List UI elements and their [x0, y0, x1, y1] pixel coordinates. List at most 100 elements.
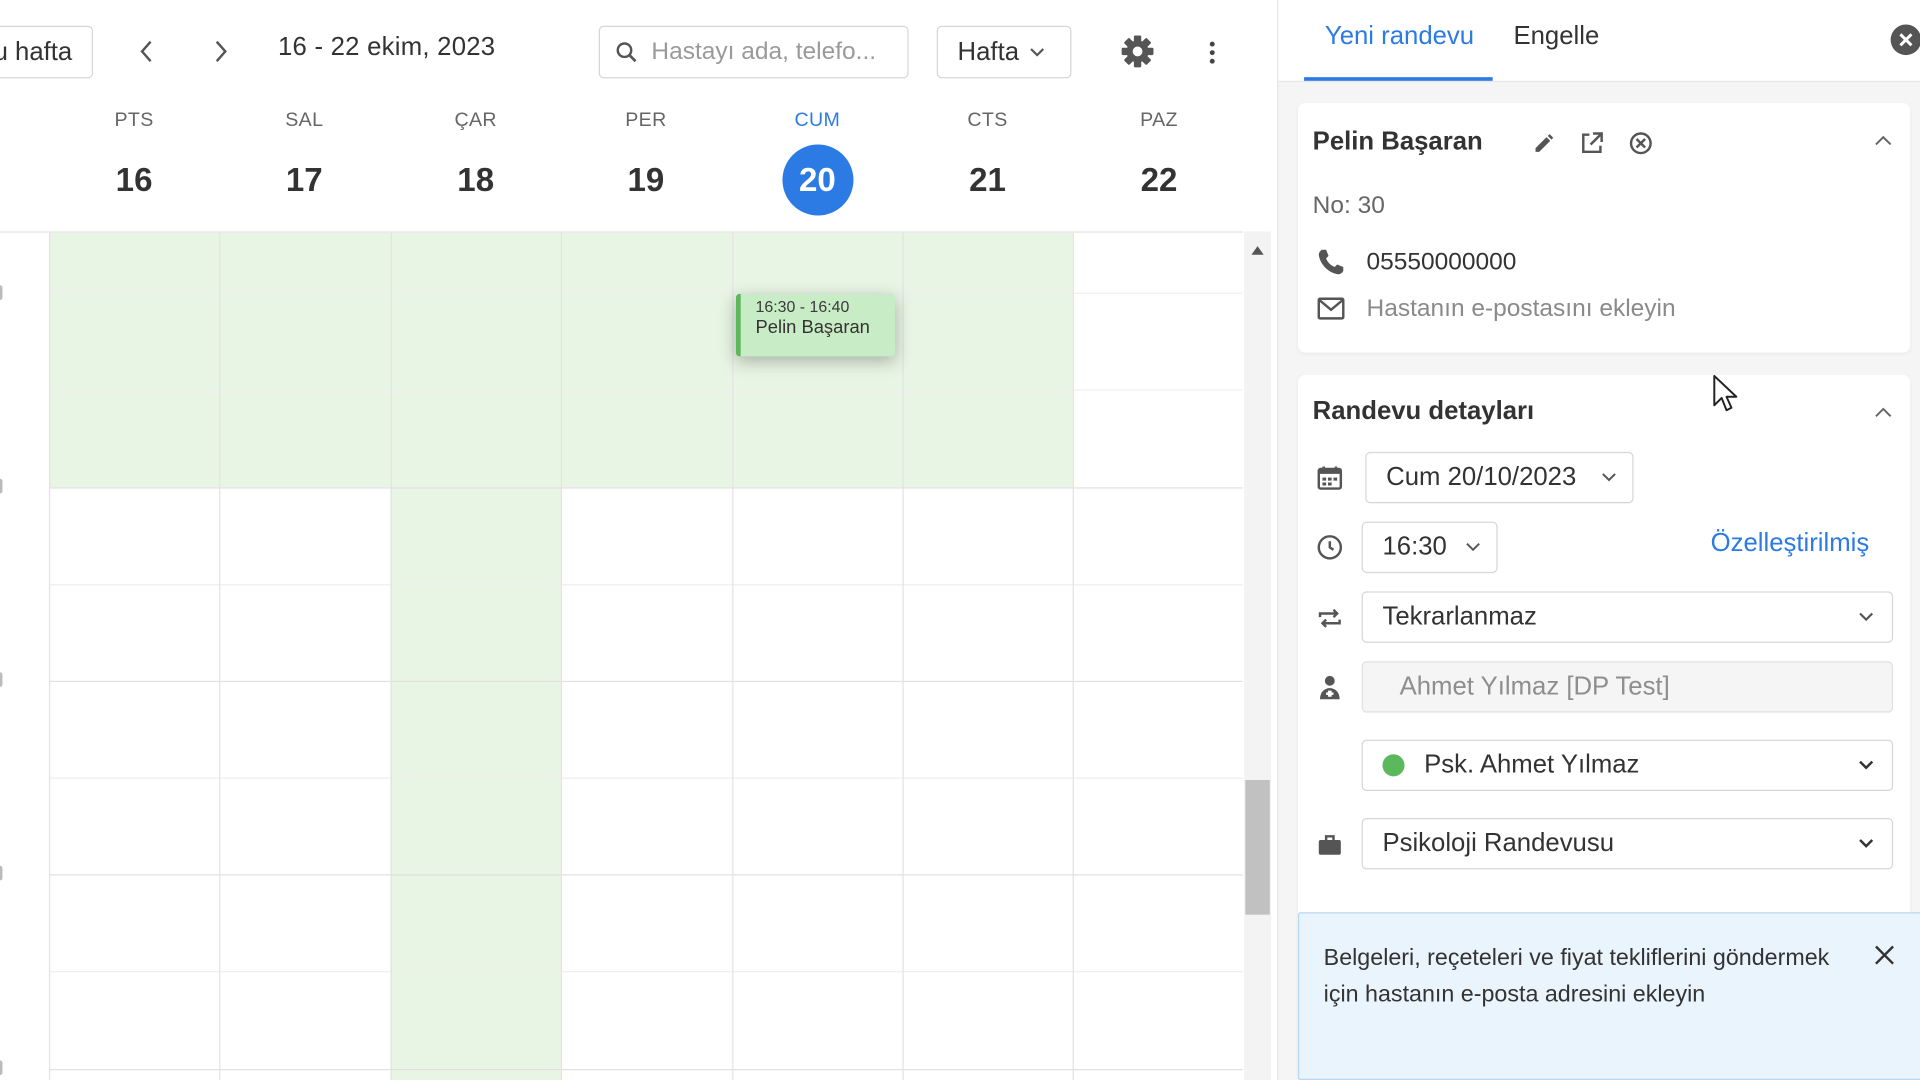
day-header-tue[interactable]: SAL 17 — [219, 110, 389, 215]
patient-number: No: 30 — [1312, 192, 1385, 220]
patient-phone[interactable]: 05550000000 — [1367, 248, 1517, 276]
day-header-fri-today[interactable]: CUM 20 — [732, 110, 902, 216]
grid-line — [48, 584, 1243, 586]
date-select[interactable]: Cum 20/10/2023 — [1365, 451, 1634, 504]
next-week-button[interactable] — [201, 32, 240, 71]
service-value: Psikoloji Randevusu — [1382, 828, 1615, 858]
details-title: Randevu detayları — [1312, 396, 1535, 425]
event-time: 16:30 - 16:40 — [755, 297, 850, 316]
notice-text: Belgeleri, reçeteleri ve fiyat teklifler… — [1323, 945, 1830, 1008]
tab-block[interactable]: Engelle — [1513, 22, 1599, 51]
column-divider — [1072, 232, 1074, 1080]
view-select[interactable]: Hafta — [936, 25, 1072, 79]
repeat-icon — [1318, 608, 1341, 628]
status-dot — [1382, 754, 1405, 777]
day-name: CUM — [794, 110, 841, 132]
day-number: 18 — [457, 161, 495, 199]
briefcase-icon — [1318, 835, 1341, 855]
calendar-view: u hafta 16 - 22 ekim, 2023 Hafta — [0, 0, 1278, 1080]
chevron-right-icon — [215, 40, 227, 63]
patient-phone-row: 05550000000 — [1315, 246, 1516, 278]
date-range-label: 16 - 22 ekim, 2023 — [277, 33, 496, 62]
repeat-select[interactable]: Tekrarlanmaz — [1361, 591, 1894, 643]
cancel-circle-icon[interactable] — [1627, 130, 1654, 157]
view-select-label: Hafta — [957, 37, 1020, 66]
search-input[interactable] — [651, 37, 897, 67]
more-vertical-icon[interactable] — [1200, 34, 1224, 71]
repeat-value: Tekrarlanmaz — [1382, 602, 1537, 631]
time-grid[interactable]: 16:30 - 16:40 Pelin Başaran — [0, 231, 1243, 1080]
grid-line — [48, 874, 1243, 876]
time-select[interactable]: 16:30 — [1361, 521, 1498, 574]
chevron-down-icon — [1030, 47, 1045, 57]
custom-duration-link[interactable]: Özelleştirilmiş — [1711, 529, 1870, 558]
chevron-up-icon[interactable] — [1873, 135, 1893, 147]
appointment-event[interactable]: 16:30 - 16:40 Pelin Başaran — [735, 293, 896, 357]
hour-tick — [0, 285, 3, 301]
tab-new-appointment[interactable]: Yeni randevu — [1325, 22, 1474, 51]
day-header-thu[interactable]: PER 19 — [561, 110, 731, 215]
grid-line — [48, 389, 1243, 391]
grid-line — [48, 1068, 1243, 1071]
hour-tick — [0, 478, 3, 494]
pencil-icon[interactable] — [1531, 130, 1558, 157]
app-stage: u hafta 16 - 22 ekim, 2023 Hafta — [0, 0, 1920, 1080]
vertical-scrollbar[interactable] — [1244, 231, 1272, 1080]
grid-line — [48, 680, 1243, 683]
hour-tick — [0, 672, 3, 687]
chevron-down-icon — [1466, 542, 1480, 552]
day-header-sat[interactable]: CTS 21 — [902, 110, 1072, 215]
column-divider — [732, 232, 734, 1080]
day-number: 17 — [285, 161, 323, 199]
chevron-down-icon — [1859, 612, 1874, 622]
grid-line — [48, 971, 1243, 973]
day-name: PER — [625, 110, 667, 132]
chevron-up-icon[interactable] — [1873, 407, 1893, 419]
chevron-down-icon — [1859, 839, 1874, 848]
email-notice: Belgeleri, reçeteleri ve fiyat teklifler… — [1297, 912, 1920, 1080]
grid-line — [48, 777, 1243, 779]
day-number: 16 — [115, 161, 153, 199]
patient-email-row[interactable]: Hastanın e-postasını ekleyin — [1315, 293, 1676, 325]
event-patient-name: Pelin Başaran — [755, 317, 870, 338]
time-value: 16:30 — [1382, 532, 1447, 561]
day-header-mon[interactable]: PTS 16 — [49, 110, 219, 215]
available-hours-block — [390, 487, 561, 1080]
gear-icon[interactable] — [1119, 33, 1156, 70]
date-value: Cum 20/10/2023 — [1386, 462, 1577, 492]
scrollbar-thumb[interactable] — [1245, 780, 1270, 915]
day-header-sun[interactable]: PAZ 22 — [1074, 110, 1244, 215]
hour-tick — [0, 1060, 3, 1076]
day-name: PAZ — [1140, 110, 1178, 132]
doctor-field-disabled: Ahmet Yılmaz [DP Test] — [1361, 661, 1894, 713]
scroll-up-arrow-icon[interactable] — [1251, 246, 1264, 255]
this-week-button[interactable]: u hafta — [0, 25, 94, 79]
active-tab-indicator — [1304, 77, 1493, 81]
patient-card: Pelin Başaran No: 30 05550000000 Hastanı… — [1297, 102, 1911, 353]
grid-line — [48, 487, 1243, 489]
appointment-panel: Yeni randevu Engelle Pelin Başaran No: 3… — [1277, 0, 1920, 1080]
column-divider — [48, 232, 51, 1080]
phone-icon — [1318, 249, 1344, 275]
doctor-select[interactable]: Psk. Ahmet Yılmaz — [1361, 739, 1894, 792]
service-select[interactable]: Psikoloji Randevusu — [1361, 817, 1894, 870]
close-icon[interactable] — [1872, 943, 1896, 967]
chevron-down-icon — [1602, 473, 1616, 482]
day-number: 20 — [781, 144, 853, 216]
patient-email-placeholder[interactable]: Hastanın e-postasını ekleyin — [1367, 294, 1676, 322]
column-divider — [390, 232, 392, 1080]
day-header-wed[interactable]: ÇAR 18 — [391, 110, 561, 215]
prev-week-button[interactable] — [127, 32, 166, 71]
close-circle-icon — [1899, 33, 1913, 47]
chevron-left-icon — [140, 40, 152, 63]
doctor-select-value: Psk. Ahmet Yılmaz — [1424, 750, 1640, 779]
day-name: SAL — [285, 110, 324, 132]
calendar-icon — [1317, 466, 1343, 490]
panel-tabs: Yeni randevu Engelle — [1278, 0, 1920, 83]
day-number: 21 — [969, 161, 1006, 199]
external-link-icon[interactable] — [1578, 130, 1605, 157]
patient-search[interactable] — [598, 25, 909, 79]
close-panel-button[interactable] — [1890, 24, 1920, 56]
doctor-icon — [1320, 675, 1340, 700]
day-number: 22 — [1140, 161, 1178, 199]
